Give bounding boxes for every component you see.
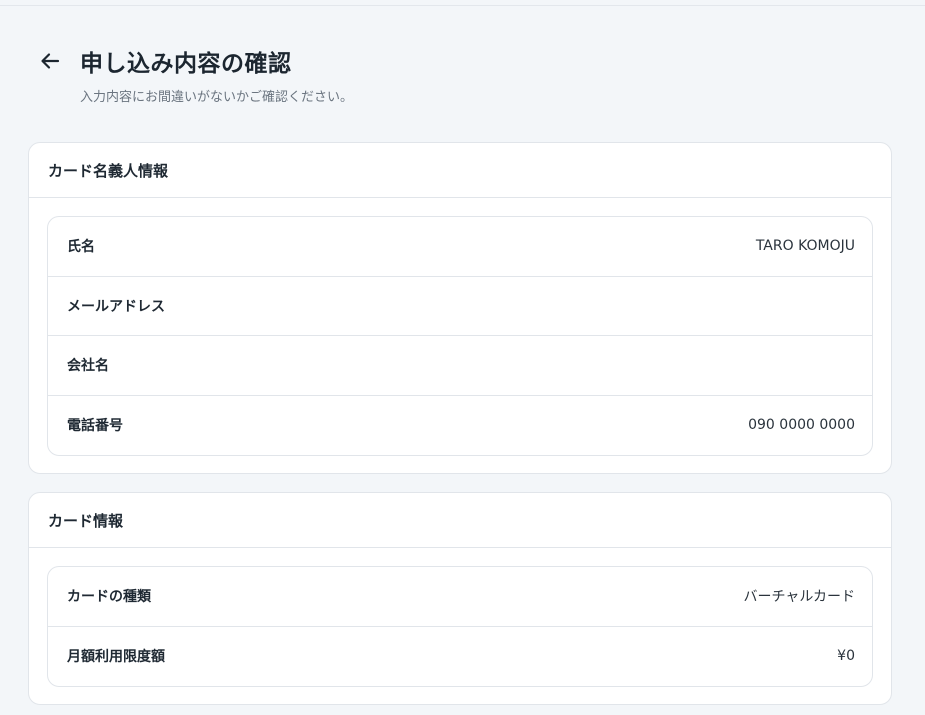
- back-button[interactable]: [36, 47, 64, 75]
- cardholder-card-title: カード名義人情報: [48, 161, 169, 180]
- field-row-name: 氏名 TARO KOMOJU: [48, 217, 872, 277]
- field-label-card-type: カードの種類: [67, 589, 151, 606]
- field-value-name: TARO KOMOJU: [755, 238, 855, 255]
- card-info-card: カード情報 カードの種類 バーチャルカード 月額利用限度額 ¥0: [28, 492, 892, 705]
- cardholder-card-body: 氏名 TARO KOMOJU メールアドレス 会社名 電話番号 090 0000…: [29, 198, 891, 474]
- card-info-title: カード情報: [48, 511, 124, 530]
- field-value-monthly-limit: ¥0: [837, 648, 855, 665]
- page-subtitle: 入力内容にお間違いがないかご確認ください。: [80, 90, 354, 105]
- card-info-field-list: カードの種類 バーチャルカード 月額利用限度額 ¥0: [47, 566, 873, 687]
- cardholder-card-header: カード名義人情報: [29, 143, 891, 198]
- cardholder-field-list: 氏名 TARO KOMOJU メールアドレス 会社名 電話番号 090 0000…: [47, 216, 873, 456]
- field-row-email: メールアドレス: [48, 277, 872, 336]
- field-label-phone: 電話番号: [67, 418, 123, 435]
- field-value-phone: 090 0000 0000: [748, 417, 855, 434]
- field-row-company: 会社名: [48, 336, 872, 396]
- page-header: 申し込み内容の確認 入力内容にお間違いがないかご確認ください。: [36, 44, 736, 105]
- field-row-monthly-limit: 月額利用限度額 ¥0: [48, 627, 872, 687]
- field-value-card-type: バーチャルカード: [743, 589, 855, 606]
- page-title: 申し込み内容の確認: [80, 51, 292, 77]
- top-divider: [0, 5, 925, 6]
- card-info-body: カードの種類 バーチャルカード 月額利用限度額 ¥0: [29, 548, 891, 705]
- arrow-left-icon: [41, 53, 60, 69]
- field-row-phone: 電話番号 090 0000 0000: [48, 396, 872, 456]
- title-row: 申し込み内容の確認: [36, 44, 736, 78]
- cardholder-info-card: カード名義人情報 氏名 TARO KOMOJU メールアドレス 会社名 電話番号…: [28, 142, 892, 474]
- field-label-email: メールアドレス: [67, 298, 165, 315]
- field-label-name: 氏名: [67, 239, 95, 256]
- card-info-header: カード情報: [29, 493, 891, 548]
- field-label-monthly-limit: 月額利用限度額: [67, 649, 165, 666]
- field-label-company: 会社名: [67, 358, 109, 375]
- field-row-card-type: カードの種類 バーチャルカード: [48, 567, 872, 627]
